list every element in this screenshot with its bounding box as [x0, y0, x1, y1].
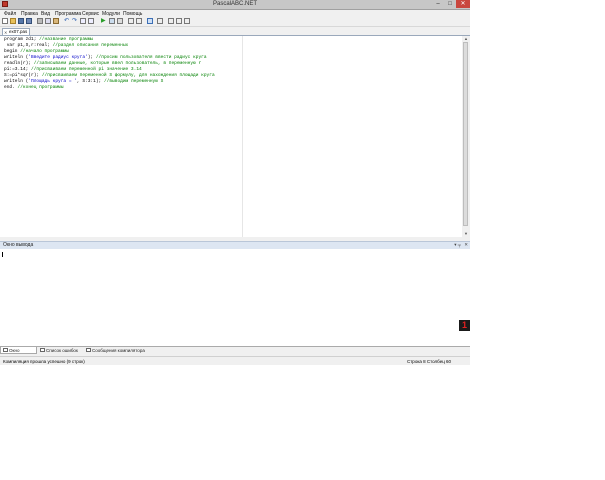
title-bar[interactable]: PascalABC.NET – □ ✕ — [0, 0, 470, 10]
code-line[interactable]: end. //конец программы — [4, 85, 215, 91]
bottom-tabs: Окно вывода Список ошибок Сообщения комп… — [0, 347, 470, 360]
replace-icon[interactable] — [88, 18, 94, 24]
right-margin-line — [242, 36, 243, 237]
status-bar: Компиляция прошла успешно (9 строк) Стро… — [0, 356, 470, 365]
redo-icon[interactable]: ↷ — [72, 18, 78, 24]
compiler-messages-icon — [86, 348, 91, 352]
code-token: ); — [87, 55, 96, 60]
text-caret — [2, 252, 3, 257]
tab-compiler-messages[interactable]: Сообщения компилятора — [84, 347, 146, 354]
code-token: S:=pi*sqr(r); — [4, 73, 42, 78]
code-comment: //начало программы — [20, 49, 69, 54]
open-folder-icon[interactable] — [10, 18, 16, 24]
maximize-button[interactable]: □ — [444, 0, 456, 8]
code-string: 'Введите радиус круга' — [28, 55, 88, 60]
tab-output[interactable]: Окно вывода — [0, 347, 37, 360]
form-designer-icon[interactable] — [168, 18, 174, 24]
output-area[interactable] — [0, 249, 470, 347]
tab-error-list-label: Список ошибок — [46, 348, 78, 353]
tab-label: ex07.pas — [9, 29, 28, 34]
run-icon[interactable]: ▶ — [101, 18, 107, 24]
code-comment: //название программы — [39, 37, 94, 42]
code-string: 'Площадь круга = ' — [28, 79, 77, 84]
new-file-icon[interactable] — [2, 18, 8, 24]
code-token: begin — [4, 49, 21, 54]
editor-scrollbar[interactable]: ▲ ▼ — [462, 36, 470, 237]
output-panel-title: Окно вывода — [3, 242, 34, 248]
output-window-icon — [3, 348, 8, 352]
code-comment: //присваиваем переменной pi значение 3.1… — [31, 67, 142, 72]
save-all-icon[interactable] — [26, 18, 32, 24]
menu-bar: Файл Правка Вид Программа Сервис Модули … — [0, 10, 470, 17]
code-token: , S:3:1); — [76, 79, 104, 84]
stop-icon[interactable] — [117, 18, 123, 24]
code-token: var p1,S,r:real; — [4, 43, 53, 48]
code-token: end. — [4, 85, 18, 90]
code-comment: //раздел описания переменных — [52, 43, 129, 48]
minimize-button[interactable]: – — [432, 0, 444, 8]
code-token: program zd1; — [4, 37, 40, 42]
compile-icon[interactable] — [176, 18, 182, 24]
code-editor[interactable]: program zd1; //название программы var p1… — [0, 36, 463, 237]
code-comment: //просим пользователя ввести радиус круг… — [95, 55, 207, 60]
code-token: readln(r); — [4, 61, 34, 66]
code-token: writeln ( — [4, 79, 29, 84]
code-token: writeln ( — [4, 55, 29, 60]
app-window: PascalABC.NET – □ ✕ Файл Правка Вид Прог… — [0, 0, 470, 365]
code-comment: //присваиваем переменной S формулу, для … — [41, 73, 215, 78]
editor-tabstrip: ✕ ex07.pas — [0, 27, 470, 36]
tab-ex07[interactable]: ✕ ex07.pas — [2, 28, 30, 35]
run-to-cursor-icon[interactable] — [109, 18, 115, 24]
undo-icon[interactable]: ↶ — [64, 18, 70, 24]
step-over-icon[interactable] — [128, 18, 134, 24]
tab-error-list[interactable]: Список ошибок — [38, 347, 83, 354]
status-message: Компиляция прошла успешно (9 строк) — [3, 359, 85, 364]
cut-icon[interactable] — [37, 18, 43, 24]
window-title: PascalABC.NET — [212, 1, 257, 7]
toolbar: ↶ ↷ ▶ — [0, 17, 470, 27]
code-comment: //выводим переменную S — [103, 79, 164, 84]
settings-icon[interactable] — [184, 18, 190, 24]
paste-icon[interactable] — [53, 18, 59, 24]
tab-compiler-messages-label: Сообщения компилятора — [92, 348, 145, 353]
error-list-icon — [40, 348, 45, 352]
output-close-icon[interactable]: ✕ — [464, 242, 468, 248]
close-button[interactable]: ✕ — [456, 0, 470, 8]
toggle-output-icon[interactable] — [147, 18, 153, 24]
pin-icon[interactable]: ▾ ╤ — [454, 242, 461, 248]
code-text[interactable]: program zd1; //название программы var p1… — [4, 37, 215, 91]
code-comment: //конец программы — [17, 85, 64, 90]
find-icon[interactable] — [80, 18, 86, 24]
code-comment: //записываем данные, которые ввел пользо… — [33, 61, 202, 66]
badge-number: 1 — [461, 320, 467, 330]
scrollbar-thumb[interactable] — [463, 42, 468, 226]
cursor-position: Строка 8 Столбец 60 — [407, 359, 452, 364]
save-icon[interactable] — [18, 18, 24, 24]
code-token: pi:=3.14; — [4, 67, 32, 72]
step-into-icon[interactable] — [136, 18, 142, 24]
notification-badge[interactable]: 1 — [459, 320, 470, 331]
copy-icon[interactable] — [45, 18, 51, 24]
toggle-panel-icon[interactable] — [157, 18, 163, 24]
